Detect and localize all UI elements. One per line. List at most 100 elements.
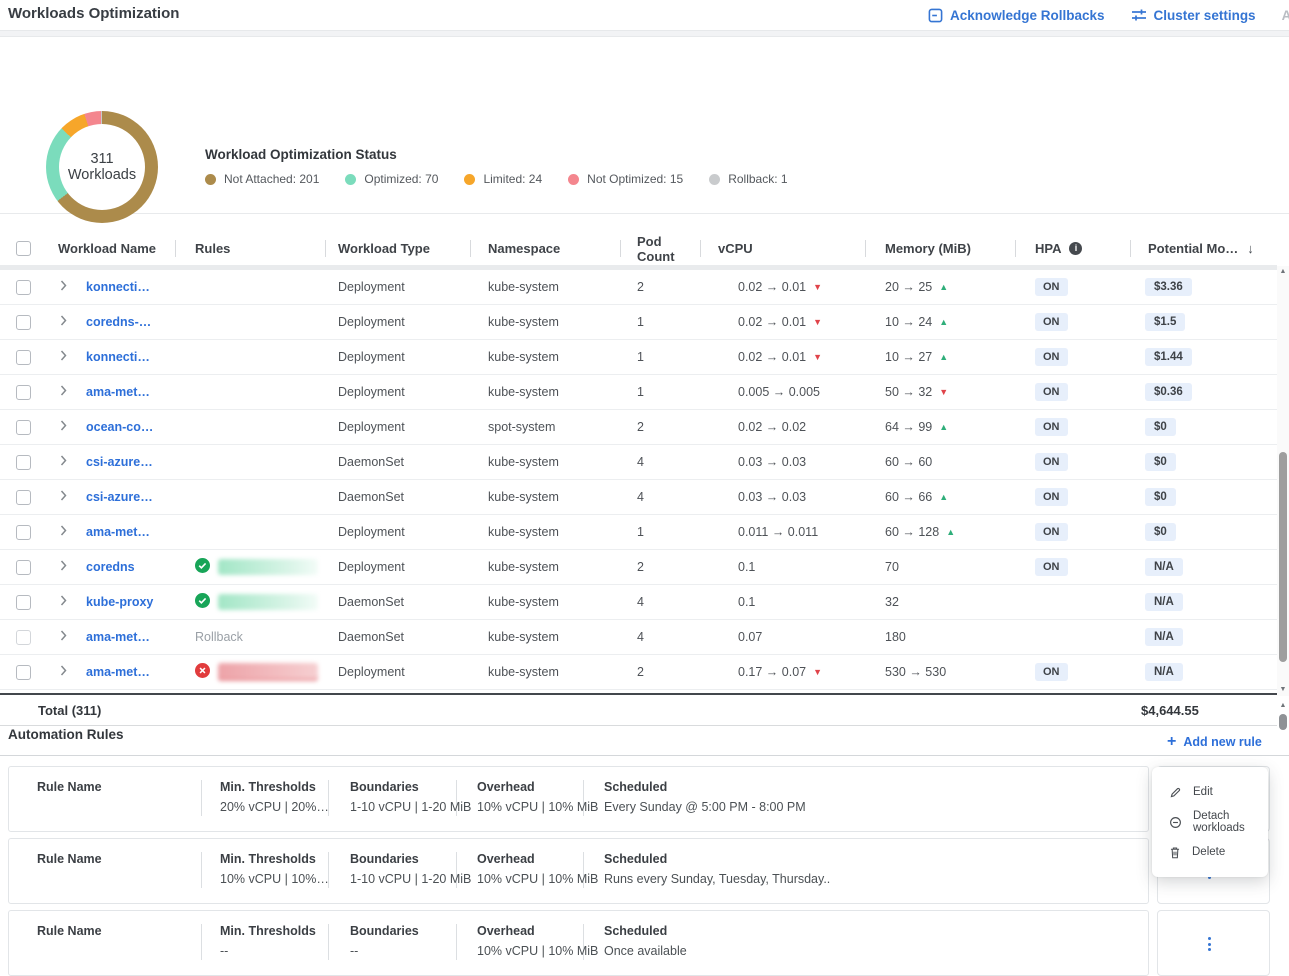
trend-up-icon: ▲ [939,282,948,292]
legend-dot [709,174,720,185]
row-checkbox[interactable] [16,315,31,330]
menu-item-label: Edit [1193,786,1213,798]
menu-item-delete[interactable]: Delete [1152,837,1268,867]
workload-name-link[interactable]: konnecti… [86,280,150,294]
scroll-up-icon[interactable] [1277,266,1289,278]
hpa-badge: ON [1035,453,1068,471]
rules-scrollbar-thumb[interactable] [1279,714,1287,730]
row-checkbox[interactable] [16,630,31,645]
expand-chevron-icon[interactable] [60,595,67,609]
automation-divider [0,755,1289,756]
menu-item-detach-workloads[interactable]: Detach workloads [1152,807,1268,837]
rule-field-label: Rule Name [37,924,102,938]
workload-name-link[interactable]: ama-met… [86,630,150,644]
potential-badge: $1.5 [1145,313,1185,331]
column-header-vcpu[interactable]: vCPU [700,232,865,265]
legend-label: Limited: 24 [483,172,542,186]
rule-card-actions-3 [1157,910,1270,976]
expand-chevron-icon[interactable] [60,560,67,574]
hpa-info-icon[interactable] [1069,242,1082,255]
expand-chevron-icon[interactable] [60,665,67,679]
row-checkbox[interactable] [16,665,31,680]
hpa-badge: ON [1035,278,1068,296]
trend-up-icon: ▲ [946,527,955,537]
column-header-hpa[interactable]: HPA [1015,232,1130,265]
row-checkbox[interactable] [16,525,31,540]
expand-chevron-icon[interactable] [60,420,67,434]
workload-name-link[interactable]: csi-azure… [86,455,153,469]
memory-cell: 10 → 27▲ [865,340,1015,374]
hpa-badge: ON [1035,418,1068,436]
table-scrollbar-thumb[interactable] [1279,452,1287,662]
sort-desc-icon [1247,241,1254,256]
actions-button[interactable]: Action [1282,8,1289,23]
memory-cell: 530 → 530 [865,655,1015,689]
expand-chevron-icon[interactable] [60,455,67,469]
column-header-rules[interactable]: Rules [175,232,325,265]
rule-field-label: Rule Name [37,780,102,794]
expand-chevron-icon[interactable] [60,315,67,329]
workload-name-link[interactable]: coredns-… [86,315,151,329]
rule-field-label: Overhead [477,924,598,938]
expand-chevron-icon[interactable] [60,490,67,504]
donut-center-value: 311 [90,151,113,167]
acknowledge-rollbacks-button[interactable]: Acknowledge Rollbacks [928,8,1105,23]
potential-badge: $0 [1145,418,1176,436]
workload-name-link[interactable]: ama-met… [86,385,150,399]
workloads-optimization-page: Workloads Optimization Acknowledge Rollb… [0,0,1289,976]
row-checkbox[interactable] [16,280,31,295]
row-checkbox[interactable] [16,420,31,435]
workload-name-link[interactable]: ama-met… [86,665,150,679]
rule-field-label: Scheduled [604,780,806,794]
namespace-cell: spot-system [470,410,620,444]
column-header-pod-count[interactable]: Pod Count [620,232,700,265]
add-new-rule-button[interactable]: Add new rule [1167,733,1262,751]
workload-name-link[interactable]: ama-met… [86,525,150,539]
scroll-down-icon[interactable] [1277,684,1289,696]
rule-name-redacted [218,559,318,575]
workload-name-link[interactable]: coredns [86,560,135,574]
potential-cell: N/A [1130,585,1277,619]
pod-count-cell: 1 [620,305,700,339]
select-all-checkbox[interactable] [16,241,31,256]
rules-scroll-up-icon[interactable] [1277,700,1289,712]
rule-field-value: Once available [604,944,687,958]
vcpu-cell: 0.17 → 0.07▼ [700,655,865,689]
namespace-cell: kube-system [470,655,620,689]
column-header-workload-type[interactable]: Workload Type [325,232,470,265]
column-header-namespace[interactable]: Namespace [470,232,620,265]
potential-cell: $0 [1130,480,1277,514]
legend-item: Not Optimized: 15 [568,172,683,186]
namespace-cell: kube-system [470,305,620,339]
workload-name-link[interactable]: csi-azure… [86,490,153,504]
workload-name-link[interactable]: konnecti… [86,350,150,364]
row-checkbox[interactable] [16,350,31,365]
hpa-cell: ON [1015,340,1130,374]
column-header-potential[interactable]: Potential Mo… [1130,232,1277,265]
workload-type-cell: Deployment [325,375,470,409]
cluster-settings-button[interactable]: Cluster settings [1131,8,1256,23]
expand-chevron-icon[interactable] [60,385,67,399]
hpa-cell: ON [1015,305,1130,339]
row-checkbox[interactable] [16,595,31,610]
menu-item-edit[interactable]: Edit [1152,777,1268,807]
column-header-memory[interactable]: Memory (MiB) [865,232,1015,265]
row-checkbox[interactable] [16,385,31,400]
legend-label: Rollback: 1 [728,172,787,186]
table-row: ama-met…Deploymentkube-system10.005 → 0.… [0,375,1277,410]
row-checkbox[interactable] [16,490,31,505]
rule-field-value: -- [350,944,419,958]
workload-name-link[interactable]: ocean-co… [86,420,153,434]
column-header-workload-name[interactable]: Workload Name [46,232,175,265]
expand-chevron-icon[interactable] [60,350,67,364]
table-header: Workload Name Rules Workload Type Namesp… [0,232,1277,265]
expand-chevron-icon[interactable] [60,525,67,539]
workload-name-link[interactable]: kube-proxy [86,595,153,609]
row-checkbox[interactable] [16,455,31,470]
table-scrollbar[interactable] [1277,266,1289,696]
kebab-menu-icon[interactable] [1204,933,1215,955]
potential-cell: $0.36 [1130,375,1277,409]
expand-chevron-icon[interactable] [60,630,67,644]
row-checkbox[interactable] [16,560,31,575]
expand-chevron-icon[interactable] [60,280,67,294]
